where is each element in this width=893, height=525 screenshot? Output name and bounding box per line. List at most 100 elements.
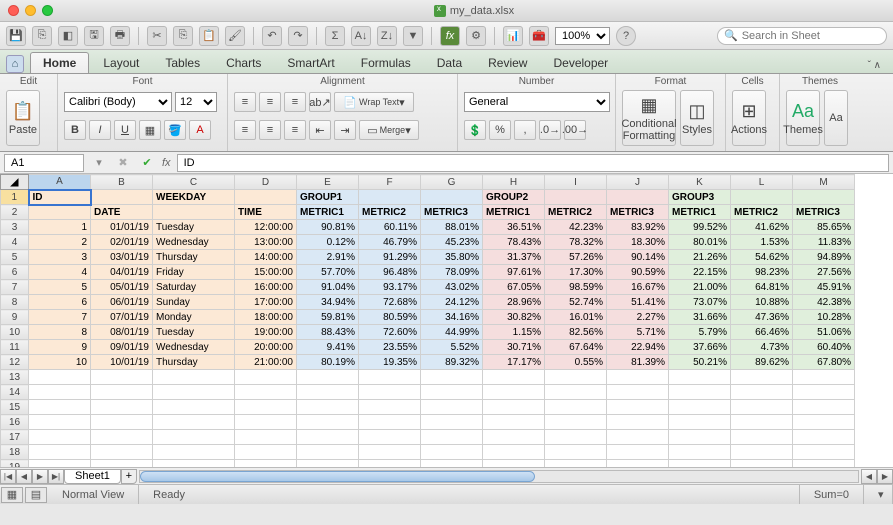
cell[interactable]	[483, 415, 545, 430]
cell[interactable]	[235, 415, 297, 430]
col-header[interactable]: K	[669, 175, 731, 190]
chart-icon[interactable]: 📊	[503, 26, 523, 46]
cell[interactable]: 47.36%	[731, 310, 793, 325]
cell[interactable]: METRIC1	[297, 205, 359, 220]
cell[interactable]: 93.17%	[359, 280, 421, 295]
number-format-select[interactable]: General	[464, 92, 610, 112]
cell[interactable]: 88.43%	[297, 325, 359, 340]
cell[interactable]	[153, 400, 235, 415]
cell[interactable]: 8	[29, 325, 91, 340]
cell[interactable]	[29, 400, 91, 415]
font-size-select[interactable]: 12	[175, 92, 217, 112]
select-all-corner[interactable]: ◢	[1, 175, 29, 190]
underline-button[interactable]: U	[114, 120, 136, 140]
cell[interactable]	[731, 400, 793, 415]
cell[interactable]: 27.56%	[793, 265, 855, 280]
font-family-select[interactable]: Calibri (Body)	[64, 92, 172, 112]
align-mid-button[interactable]: ≡	[259, 92, 281, 112]
fill-color-button[interactable]: 🪣	[164, 120, 186, 140]
help-icon[interactable]: ?	[616, 26, 636, 46]
cell[interactable]: 59.81%	[297, 310, 359, 325]
ribbon-home-icon[interactable]: ⌂	[6, 55, 24, 73]
themes-more-button[interactable]: Aa	[824, 90, 848, 146]
cell[interactable]: 28.96%	[483, 295, 545, 310]
col-header[interactable]: C	[153, 175, 235, 190]
cell[interactable]: 15:00:00	[235, 265, 297, 280]
cell[interactable]: 05/01/19	[91, 280, 153, 295]
cell[interactable]	[153, 430, 235, 445]
cell[interactable]: 46.79%	[359, 235, 421, 250]
conditional-formatting-button[interactable]: ▦Conditional Formatting	[622, 90, 676, 146]
cell[interactable]: 57.70%	[297, 265, 359, 280]
cell[interactable]	[235, 430, 297, 445]
cell[interactable]: 67.80%	[793, 355, 855, 370]
normal-view-button[interactable]: ▦	[1, 487, 23, 503]
cell[interactable]	[297, 370, 359, 385]
row-header[interactable]: 8	[1, 295, 29, 310]
cut-icon[interactable]: ✂	[147, 26, 167, 46]
align-top-button[interactable]: ≡	[234, 92, 256, 112]
cell[interactable]: 1.15%	[483, 325, 545, 340]
cell[interactable]: 9	[29, 340, 91, 355]
cell[interactable]: 21.00%	[669, 280, 731, 295]
row-header[interactable]: 12	[1, 355, 29, 370]
cell[interactable]: 18:00:00	[235, 310, 297, 325]
row-header[interactable]: 1	[1, 190, 29, 205]
cell[interactable]: GROUP2	[483, 190, 545, 205]
row-header[interactable]: 11	[1, 340, 29, 355]
cell[interactable]: 94.89%	[793, 250, 855, 265]
cell[interactable]: 06/01/19	[91, 295, 153, 310]
cell[interactable]: 09/01/19	[91, 340, 153, 355]
cell[interactable]	[153, 415, 235, 430]
col-header[interactable]: A	[29, 175, 91, 190]
redo-icon[interactable]: ↷	[288, 26, 308, 46]
cell[interactable]	[545, 445, 607, 460]
cell[interactable]: 08/01/19	[91, 325, 153, 340]
cell[interactable]	[669, 370, 731, 385]
ribbon-tab-layout[interactable]: Layout	[91, 53, 151, 73]
cell[interactable]	[545, 400, 607, 415]
cell[interactable]: 14:00:00	[235, 250, 297, 265]
cell[interactable]: 73.07%	[669, 295, 731, 310]
actions-button[interactable]: ⊞Actions	[732, 90, 766, 146]
cell[interactable]	[793, 385, 855, 400]
cell[interactable]: 35.80%	[421, 250, 483, 265]
ribbon-tab-tables[interactable]: Tables	[153, 53, 212, 73]
cell[interactable]	[153, 385, 235, 400]
sheet-nav-prev[interactable]: ◀	[16, 469, 32, 484]
cell[interactable]: 2.27%	[607, 310, 669, 325]
cell[interactable]: 90.81%	[297, 220, 359, 235]
cell[interactable]	[669, 400, 731, 415]
cell[interactable]	[669, 415, 731, 430]
ribbon-tab-smartart[interactable]: SmartArt	[275, 53, 346, 73]
currency-button[interactable]: 💲	[464, 120, 486, 140]
cell[interactable]: 11.83%	[793, 235, 855, 250]
cell[interactable]: 5.79%	[669, 325, 731, 340]
cell[interactable]: METRIC1	[483, 205, 545, 220]
cell[interactable]: 0.12%	[297, 235, 359, 250]
cell[interactable]: 45.23%	[421, 235, 483, 250]
cell[interactable]	[669, 430, 731, 445]
row-header[interactable]: 2	[1, 205, 29, 220]
cell[interactable]: 51.41%	[607, 295, 669, 310]
cell[interactable]: METRIC2	[545, 205, 607, 220]
cell[interactable]	[91, 190, 153, 205]
cell[interactable]: 13:00:00	[235, 235, 297, 250]
cell[interactable]	[793, 430, 855, 445]
cell[interactable]: 12:00:00	[235, 220, 297, 235]
cell[interactable]	[297, 385, 359, 400]
cell[interactable]	[483, 445, 545, 460]
cell[interactable]: METRIC1	[669, 205, 731, 220]
hscroll-thumb[interactable]	[140, 471, 535, 482]
cell[interactable]: GROUP3	[669, 190, 731, 205]
cell[interactable]: 18.30%	[607, 235, 669, 250]
row-header[interactable]: 3	[1, 220, 29, 235]
dec-decimal-button[interactable]: .00→	[564, 120, 586, 140]
cell[interactable]: METRIC3	[421, 205, 483, 220]
merge-button[interactable]: ▭ Merge ▾	[359, 120, 419, 140]
cell[interactable]: Thursday	[153, 250, 235, 265]
ribbon-tab-data[interactable]: Data	[425, 53, 474, 73]
cell[interactable]: 43.02%	[421, 280, 483, 295]
col-header[interactable]: F	[359, 175, 421, 190]
cell[interactable]: 80.01%	[669, 235, 731, 250]
